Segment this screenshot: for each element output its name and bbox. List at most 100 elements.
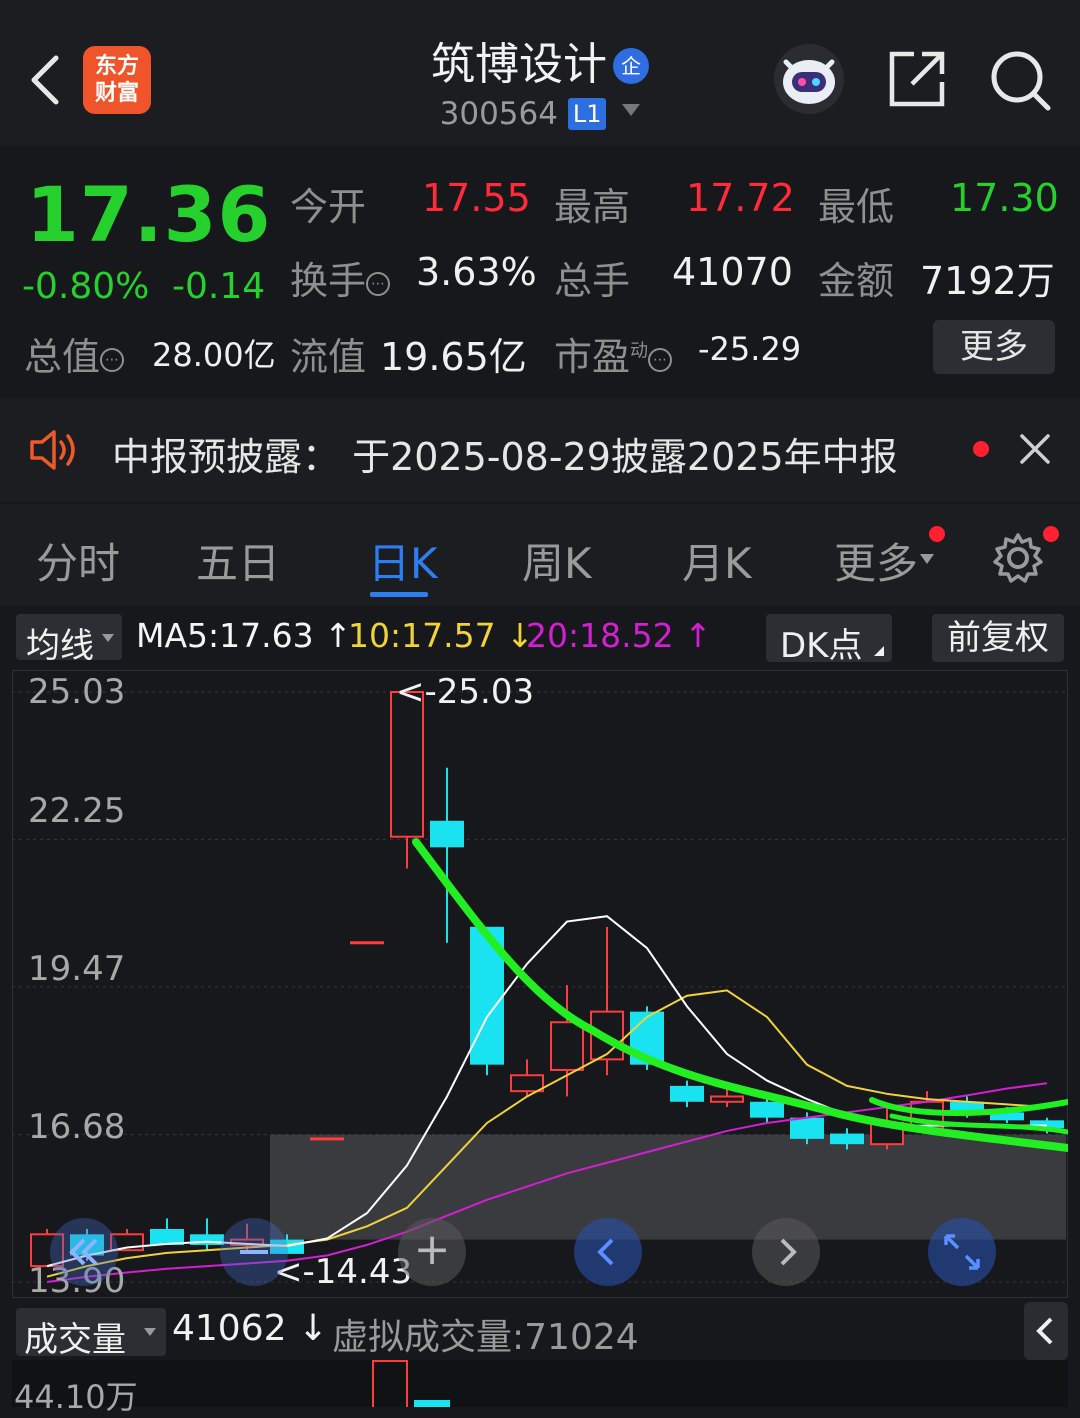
low-value: 17.30 xyxy=(950,176,1059,220)
mcap-label-text: 总值 xyxy=(24,335,101,379)
y-tick-label: 19.47 xyxy=(28,949,126,989)
settings-red-dot xyxy=(1043,526,1059,542)
high-value: 17.72 xyxy=(686,176,795,220)
top-header: 东方 财富 筑博设计企 300564 L1 xyxy=(0,0,1080,146)
turnover-label[interactable]: 换手 ⋯ xyxy=(290,250,391,305)
minus-icon xyxy=(240,1250,268,1254)
volume-select-label: 成交量 xyxy=(24,1320,126,1360)
low-price-marker: <-14.43 xyxy=(274,1252,413,1292)
quote-panel: 17.36 -0.80% -0.14 今开 17.55 最高 17.72 最低 … xyxy=(0,148,1080,396)
ma-indicator-select[interactable]: 均线 xyxy=(16,614,122,666)
search-icon[interactable] xyxy=(988,48,1054,114)
tab-intraday[interactable]: 分时 xyxy=(36,530,120,591)
tab-five-day[interactable]: 五日 xyxy=(196,530,280,591)
y-tick-label: 22.25 xyxy=(28,791,126,831)
down-arrow-icon: ↓ xyxy=(286,1308,329,1349)
y-tick-label: 16.68 xyxy=(28,1107,126,1147)
volume-indicator-select[interactable]: 成交量 xyxy=(16,1308,166,1360)
kline-chart[interactable]: 25.03 22.25 19.47 16.68 13.90 <-25.03 <-… xyxy=(12,670,1068,1301)
candle-body xyxy=(670,1085,704,1102)
robot-assistant-icon[interactable] xyxy=(772,42,846,116)
candle-body xyxy=(390,691,424,838)
candle-body xyxy=(830,1133,864,1145)
zoom-in-button[interactable]: + xyxy=(398,1218,466,1286)
volume-chart[interactable]: 44.10万 xyxy=(12,1360,1068,1416)
level-badge: L1 xyxy=(567,98,607,130)
period-tabs: 分时 五日 日K 周K 月K 更多 xyxy=(0,504,1080,606)
amount-value: 7192万 xyxy=(920,259,1055,303)
amount-label: 金额 xyxy=(818,259,895,303)
virtual-volume: 虚拟成交量:71024 xyxy=(332,1317,639,1358)
mcap-label[interactable]: 总值 ⋯ xyxy=(24,326,125,381)
high-price-marker: <-25.03 xyxy=(396,672,535,712)
dropdown-triangle-icon xyxy=(920,554,935,564)
chevron-left-icon xyxy=(1036,1317,1053,1345)
ma5-readout: MA5:17.63 ↑ xyxy=(136,616,352,655)
open-label: 今开 xyxy=(290,185,367,229)
candle-body xyxy=(710,1095,744,1103)
share-icon[interactable] xyxy=(886,48,948,110)
scroll-left-fast-button[interactable] xyxy=(50,1218,118,1286)
price-adjust-button[interactable]: 前复权 xyxy=(932,614,1064,662)
fullscreen-button[interactable] xyxy=(928,1218,996,1286)
dropdown-triangle-icon xyxy=(102,634,114,642)
ma-select-label: 均线 xyxy=(26,626,94,666)
candle-body xyxy=(750,1101,784,1118)
more-quote-button[interactable]: 更多 xyxy=(933,320,1055,374)
float-value: 19.65亿 xyxy=(380,335,527,379)
close-icon[interactable] xyxy=(1018,432,1052,466)
chevron-right-icon xyxy=(780,1238,797,1266)
tab-weekly-k[interactable]: 周K xyxy=(522,530,592,591)
settings-gear-icon[interactable] xyxy=(992,532,1044,584)
tab-more-label: 更多 xyxy=(834,539,919,588)
ma20-readout: 20:18.52 ↑ xyxy=(526,616,712,655)
unread-dot xyxy=(973,441,989,457)
stock-code: 300564 xyxy=(439,96,558,132)
candle-body xyxy=(510,1074,544,1093)
volume-bar-up xyxy=(372,1360,408,1407)
tab-monthly-k[interactable]: 月K xyxy=(682,530,752,591)
next-candle-button[interactable] xyxy=(752,1218,820,1286)
mcap-value: 28.00亿 xyxy=(152,336,276,374)
double-chevron-left-icon xyxy=(69,1238,98,1266)
notice-text[interactable]: 中报预披露： 于2025-08-29披露2025年中报 xyxy=(112,426,898,481)
volume-readout: 41062 ↓ xyxy=(172,1308,328,1349)
y-tick-label: 25.03 xyxy=(28,672,126,712)
kline-svg xyxy=(12,670,1068,1298)
turnover-label-text: 换手 xyxy=(290,259,367,303)
corner-triangle-icon xyxy=(874,646,884,656)
zoom-out-button[interactable] xyxy=(220,1218,288,1286)
turnover-value: 3.63% xyxy=(416,250,537,294)
expand-icon xyxy=(944,1234,980,1270)
volume-value: 41062 xyxy=(172,1308,287,1349)
open-value: 17.55 xyxy=(422,176,531,220)
enterprise-badge: 企 xyxy=(613,48,649,84)
candle-body xyxy=(430,820,464,848)
ma5-value: MA5:17.63 xyxy=(136,616,314,655)
chevron-left-icon xyxy=(597,1238,614,1266)
low-label: 最低 xyxy=(818,185,895,229)
notice-bar[interactable]: 中报预披露： 于2025-08-29披露2025年中报 xyxy=(0,398,1080,502)
float-label: 流值 xyxy=(290,335,367,379)
prev-candle-button[interactable] xyxy=(574,1218,642,1286)
ma10-readout: 10:17.57 ↓ xyxy=(348,616,534,655)
tab-more[interactable]: 更多 xyxy=(834,530,935,591)
pe-label[interactable]: 市盈动 ⋯ xyxy=(554,326,673,381)
active-tab-underline xyxy=(370,592,428,597)
volume-bar-down xyxy=(414,1400,450,1407)
dk-label: DK点 xyxy=(780,626,863,666)
last-price: 17.36 xyxy=(26,170,272,259)
more-red-dot xyxy=(929,526,945,542)
high-label: 最高 xyxy=(554,185,631,229)
info-icon: ⋯ xyxy=(366,272,391,296)
pe-super: 动 xyxy=(630,340,649,362)
pe-value: -25.29 xyxy=(698,330,802,368)
dk-point-button[interactable]: DK点 xyxy=(766,614,892,666)
info-icon: ⋯ xyxy=(100,348,125,372)
tab-daily-k[interactable]: 日K xyxy=(368,530,438,591)
dropdown-triangle-icon xyxy=(622,104,641,116)
change-percent: -0.80% xyxy=(22,266,150,307)
collapse-panel-button[interactable] xyxy=(1024,1302,1068,1360)
change-amount: -0.14 xyxy=(172,266,266,307)
ma10-value: 10:17.57 xyxy=(348,616,496,655)
